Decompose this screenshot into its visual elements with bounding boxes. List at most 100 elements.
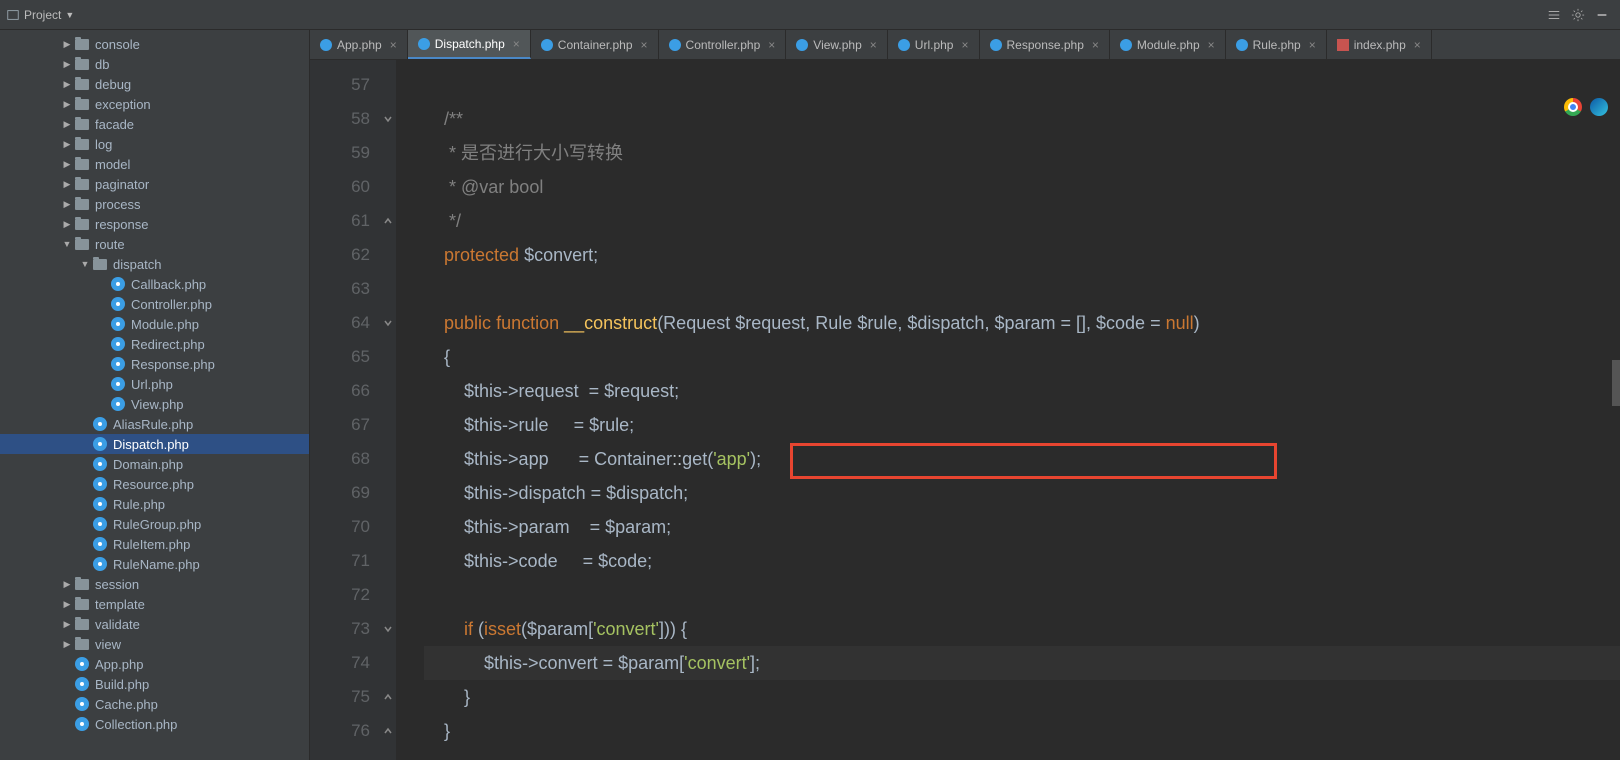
tree-node[interactable]: Resource.php (0, 474, 309, 494)
tree-node[interactable]: RuleName.php (0, 554, 309, 574)
line-number: 70 (310, 510, 370, 544)
line-number: 68 (310, 442, 370, 476)
tree-node[interactable]: Module.php (0, 314, 309, 334)
tree-node[interactable]: ▶debug (0, 74, 309, 94)
php-file-icon (320, 39, 332, 51)
code-editor[interactable]: /** * 是否进行大小写转换 * @var bool */ protected… (396, 60, 1620, 760)
tree-node[interactable]: Url.php (0, 374, 309, 394)
folder-icon (74, 136, 90, 152)
close-icon[interactable]: × (641, 38, 648, 52)
chrome-icon[interactable] (1564, 98, 1582, 116)
tree-node[interactable]: Response.php (0, 354, 309, 374)
collapse-icon[interactable] (1542, 3, 1566, 27)
fold-marker-icon[interactable] (380, 306, 396, 340)
line-number: 64 (310, 306, 370, 340)
line-number: 61 (310, 204, 370, 238)
tab-label: Response.php (1007, 38, 1084, 52)
tree-node[interactable]: Dispatch.php (0, 434, 309, 454)
close-icon[interactable]: × (768, 38, 775, 52)
fold-marker-icon[interactable] (380, 102, 396, 136)
tree-node[interactable]: ▶log (0, 134, 309, 154)
tree-node[interactable]: ▶response (0, 214, 309, 234)
folder-icon (74, 216, 90, 232)
editor-tab[interactable]: Dispatch.php× (408, 30, 531, 59)
tree-node[interactable]: ▶view (0, 634, 309, 654)
tree-node-label: process (95, 197, 141, 212)
fold-marker-icon[interactable] (380, 680, 396, 714)
code-line: if (isset($param['convert'])) { (424, 612, 1620, 646)
editor-tab[interactable]: App.php× (310, 30, 408, 59)
edge-icon[interactable] (1590, 98, 1608, 116)
tree-node[interactable]: Cache.php (0, 694, 309, 714)
tree-node[interactable]: ▶exception (0, 94, 309, 114)
editor-tab[interactable]: View.php × (786, 30, 888, 59)
editor-tab[interactable]: Url.php× (888, 30, 980, 59)
editor-tab[interactable]: index.php× (1327, 30, 1432, 59)
tree-node[interactable]: App.php (0, 654, 309, 674)
tree-node-label: Domain.php (113, 457, 183, 472)
close-icon[interactable]: × (961, 38, 968, 52)
code-line (424, 578, 1620, 612)
tree-node[interactable]: ▶validate (0, 614, 309, 634)
php-file-icon (669, 39, 681, 51)
tree-node[interactable]: RuleGroup.php (0, 514, 309, 534)
tree-node[interactable]: View.php (0, 394, 309, 414)
tree-node[interactable]: ▶template (0, 594, 309, 614)
tree-node[interactable]: Controller.php (0, 294, 309, 314)
tab-label: Controller.php (686, 38, 761, 52)
line-number: 67 (310, 408, 370, 442)
close-icon[interactable]: × (870, 38, 877, 52)
tree-node[interactable]: ▶ db (0, 54, 309, 74)
expand-arrow-icon: ▶ (62, 59, 72, 70)
fold-marker-icon[interactable] (380, 714, 396, 748)
code-line: $this->rule = $rule; (424, 408, 1620, 442)
tree-node-label: session (95, 577, 139, 592)
tree-node[interactable]: Collection.php (0, 714, 309, 734)
tree-node[interactable]: ▶facade (0, 114, 309, 134)
tree-node[interactable]: Rule.php (0, 494, 309, 514)
editor-tab[interactable]: Module.php× (1110, 30, 1226, 59)
close-icon[interactable]: × (390, 38, 397, 52)
close-icon[interactable]: × (1208, 38, 1215, 52)
tree-node-label: RuleGroup.php (113, 517, 201, 532)
fold-marker-icon[interactable] (380, 204, 396, 238)
close-icon[interactable]: × (1309, 38, 1316, 52)
expand-arrow-icon: ▶ (62, 99, 72, 110)
editor-tab[interactable]: Controller.php × (659, 30, 787, 59)
tree-node-label: Rule.php (113, 497, 165, 512)
tree-node[interactable]: ▼dispatch (0, 254, 309, 274)
tree-node[interactable]: ▶process (0, 194, 309, 214)
hide-icon[interactable] (1590, 3, 1614, 27)
tree-node[interactable]: AliasRule.php (0, 414, 309, 434)
tree-node[interactable]: RuleItem.php (0, 534, 309, 554)
tree-node[interactable]: ▼route (0, 234, 309, 254)
tab-label: View.php (813, 38, 862, 52)
tree-node[interactable]: ▶paginator (0, 174, 309, 194)
tree-node-label: Dispatch.php (113, 437, 189, 452)
tree-node[interactable]: ▶model (0, 154, 309, 174)
tree-node[interactable]: Domain.php (0, 454, 309, 474)
tree-node[interactable]: Redirect.php (0, 334, 309, 354)
close-icon[interactable]: × (1092, 38, 1099, 52)
project-dropdown[interactable]: Project ▼ (6, 8, 74, 22)
scroll-marker[interactable] (1612, 360, 1620, 406)
line-number: 66 (310, 374, 370, 408)
tree-node-label: db (95, 57, 109, 72)
project-tree[interactable]: ▶console ▶ db ▶debug▶exception▶facade▶log▶m… (0, 30, 310, 760)
code-line (424, 68, 1620, 102)
chevron-down-icon: ▼ (65, 10, 74, 20)
editor-tab[interactable]: Rule.php× (1226, 30, 1327, 59)
tree-node-label: view (95, 637, 121, 652)
tree-node[interactable]: ▶console (0, 34, 309, 54)
close-icon[interactable]: × (1414, 38, 1421, 52)
index-file-icon (1337, 39, 1349, 51)
close-icon[interactable]: × (513, 37, 520, 51)
editor-tab[interactable]: Response.php × (980, 30, 1110, 59)
tree-node[interactable]: ▶session (0, 574, 309, 594)
editor-tab[interactable]: Container.php× (531, 30, 659, 59)
tree-node[interactable]: Build.php (0, 674, 309, 694)
tree-node[interactable]: Callback.php (0, 274, 309, 294)
fold-marker-icon[interactable] (380, 612, 396, 646)
code-line: * @var bool (424, 170, 1620, 204)
gear-icon[interactable] (1566, 3, 1590, 27)
